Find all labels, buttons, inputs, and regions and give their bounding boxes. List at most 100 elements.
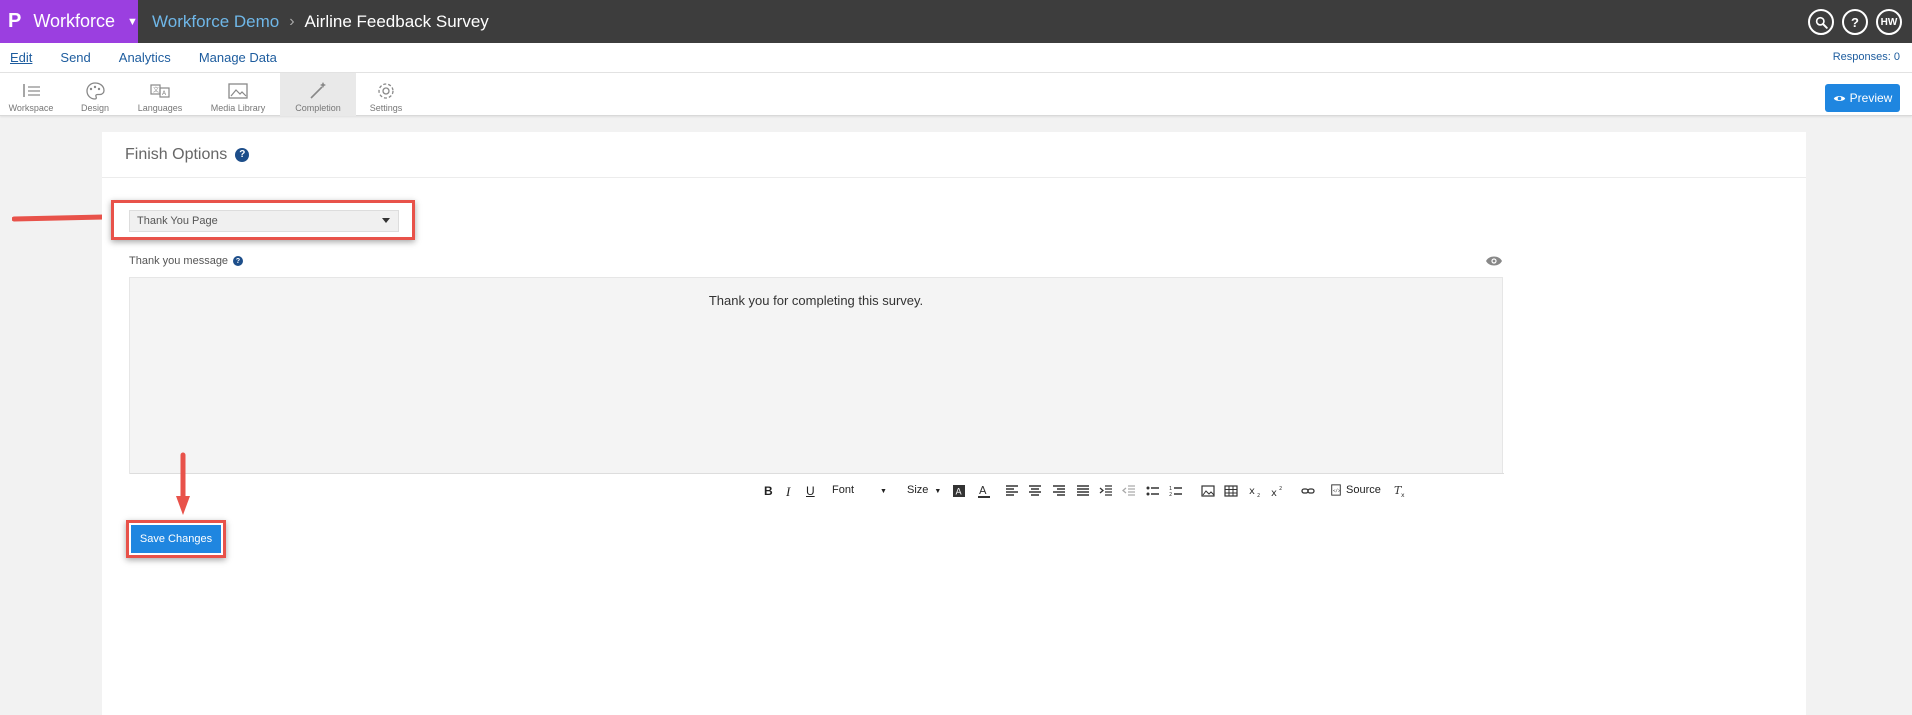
menu-analytics[interactable]: Analytics <box>119 50 171 65</box>
caret-down-icon: ▼ <box>127 15 138 28</box>
tool-languages[interactable]: 文A Languages <box>134 73 186 116</box>
help-icon[interactable]: ? <box>235 147 250 162</box>
menu-send[interactable]: Send <box>60 50 90 65</box>
brand-logo: P <box>8 10 22 32</box>
align-center-button[interactable] <box>1028 484 1042 501</box>
tool-completion-label: Completion <box>295 103 341 113</box>
preview-button[interactable]: Preview <box>1825 84 1900 112</box>
annotation-arrow-down-icon <box>176 452 190 515</box>
background-color-icon: A <box>953 485 965 498</box>
breadcrumb-survey-title: Airline Feedback Survey <box>304 11 489 31</box>
background-color-button[interactable]: A <box>952 484 966 501</box>
preview-label: Preview <box>1849 91 1893 105</box>
outdent-icon <box>1121 485 1135 496</box>
caret-down-icon: ▼ <box>934 488 942 495</box>
caret-down-icon: ▼ <box>880 488 887 495</box>
subscript-button[interactable]: x2 <box>1249 484 1263 501</box>
svg-text:A: A <box>162 90 167 97</box>
align-left-button[interactable] <box>1005 484 1019 501</box>
italic-button[interactable]: I <box>786 484 790 500</box>
search-button[interactable] <box>1808 9 1834 35</box>
source-label: Source <box>1346 484 1381 496</box>
image-icon <box>228 83 248 99</box>
insert-image-button[interactable] <box>1201 484 1215 501</box>
indent-icon <box>1099 485 1112 496</box>
underline-button[interactable]: U <box>806 484 815 498</box>
thank-you-message-label: Thank you message ? <box>129 255 244 267</box>
indent-button[interactable] <box>1099 484 1113 501</box>
source-icon: </> <box>1331 484 1341 496</box>
tool-bar: Workspace Design 文A Languages Media Libr… <box>0 73 1912 116</box>
user-avatar[interactable]: HW <box>1876 9 1902 35</box>
text-color-button[interactable]: A <box>977 484 991 501</box>
subscript-icon: x2 <box>1249 486 1260 499</box>
svg-text:2: 2 <box>1279 486 1282 492</box>
menu-manage-data[interactable]: Manage Data <box>199 50 277 65</box>
help-icon[interactable]: ? <box>233 256 244 266</box>
panel-title: Finish Options <box>125 145 228 163</box>
bulleted-list-button[interactable] <box>1146 484 1160 501</box>
brand-menu[interactable]: P Workforce ▼ <box>0 0 138 43</box>
message-editor-content[interactable]: Thank you for completing this survey. <box>130 293 1502 308</box>
insert-table-button[interactable] <box>1224 484 1238 501</box>
superscript-button[interactable]: x2 <box>1271 484 1285 501</box>
top-bar: P Workforce ▼ Workforce Demo › Airline F… <box>0 0 1912 43</box>
eye-icon <box>1833 95 1845 101</box>
svg-text:x: x <box>1401 492 1405 498</box>
brand-name: Workforce <box>33 11 116 31</box>
remove-format-icon: Tx <box>1394 484 1405 499</box>
remove-format-button[interactable]: Tx <box>1393 484 1407 501</box>
editor-toolbar: B I U Font ▼ Size ▼ A A 12 x2 x2 </> Sou… <box>130 473 1504 510</box>
message-editor[interactable]: Thank you for completing this survey. B … <box>129 277 1504 510</box>
workspace-icon <box>23 84 40 97</box>
svg-text:2: 2 <box>1257 493 1260 498</box>
tool-media-library-label: Media Library <box>210 103 266 113</box>
svg-text:x: x <box>1271 488 1277 498</box>
text-color-icon: A <box>978 484 990 498</box>
tool-workspace[interactable]: Workspace <box>4 73 58 116</box>
bold-button[interactable]: B <box>764 484 773 498</box>
bulleted-list-icon <box>1146 486 1159 496</box>
numbered-list-icon: 12 <box>1169 486 1182 498</box>
tool-languages-label: Languages <box>137 103 183 113</box>
svg-text:A: A <box>979 484 987 497</box>
save-changes-button[interactable]: Save Changes <box>131 525 221 553</box>
menu-edit[interactable]: Edit <box>10 50 32 65</box>
tool-settings[interactable]: Settings <box>366 73 406 116</box>
tool-settings-label: Settings <box>369 103 403 113</box>
editor-toolbar-buttons: B I U Font ▼ Size ▼ A A 12 x2 x2 </> Sou… <box>752 474 1504 510</box>
source-button[interactable]: </> Source <box>1330 484 1381 496</box>
tool-design[interactable]: Design <box>72 73 118 116</box>
tool-completion[interactable]: Completion <box>280 73 356 116</box>
responses-count[interactable]: Responses: 0 <box>1833 51 1900 63</box>
tool-design-label: Design <box>80 103 109 113</box>
thank-you-message-label-text: Thank you message <box>129 255 229 267</box>
top-actions: ? HW <box>1808 9 1902 35</box>
svg-text:文: 文 <box>153 86 159 94</box>
numbered-list-button[interactable]: 12 <box>1169 484 1183 501</box>
image-icon <box>1201 485 1215 497</box>
eye-icon[interactable] <box>1485 254 1503 268</box>
search-icon <box>1815 16 1828 29</box>
tool-media-library[interactable]: Media Library <box>206 73 270 116</box>
font-select-label: Font <box>832 484 855 496</box>
magic-wand-icon <box>310 82 326 99</box>
font-select[interactable]: Font ▼ <box>832 484 887 496</box>
link-button[interactable] <box>1301 484 1315 501</box>
size-select[interactable]: Size ▼ <box>907 484 941 496</box>
justify-button[interactable] <box>1076 484 1090 501</box>
outdent-button[interactable] <box>1121 484 1136 501</box>
tool-workspace-label: Workspace <box>8 103 54 113</box>
help-button[interactable]: ? <box>1842 9 1868 35</box>
gear-icon <box>378 83 394 99</box>
align-left-icon <box>1006 485 1018 496</box>
breadcrumb-separator-icon: › <box>289 12 295 30</box>
align-right-button[interactable] <box>1052 484 1066 501</box>
breadcrumb-workspace-link[interactable]: Workforce Demo <box>152 12 279 32</box>
align-center-icon <box>1029 485 1041 496</box>
finish-option-select[interactable]: Thank You Page <box>129 210 399 232</box>
panel-header: Finish Options ? <box>102 132 1806 178</box>
menu-bar: Edit Send Analytics Manage Data Response… <box>0 43 1912 73</box>
finish-option-value: Thank You Page <box>137 215 218 227</box>
caret-down-icon <box>382 218 390 223</box>
